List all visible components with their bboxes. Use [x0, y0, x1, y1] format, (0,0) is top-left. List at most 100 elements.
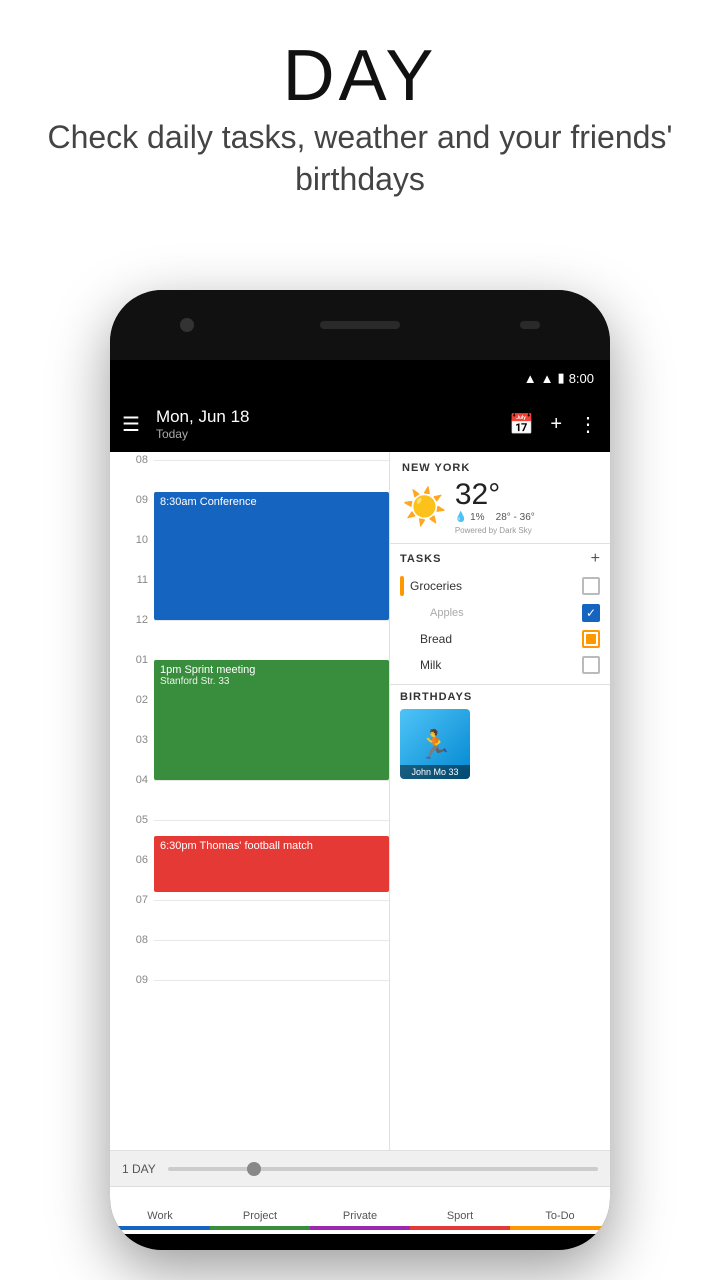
event-sprint-subtitle: Stanford Str. 33 — [160, 676, 383, 687]
tab-private[interactable]: Private — [310, 1187, 410, 1234]
event-sprint-title: 1pm Sprint meeting — [160, 664, 383, 676]
day-slider-label: 1 DAY — [122, 1162, 158, 1176]
nav-home-button[interactable]: ○ — [340, 1240, 380, 1250]
status-bar: ▲ ▲ ▮ 8:00 — [110, 360, 610, 396]
weather-section: NEW YORK ☀️ 32° 💧 1% 28° - 36° Powered b… — [390, 452, 610, 544]
menu-button[interactable]: ☰ — [122, 412, 140, 437]
phone-frame: ▲ ▲ ▮ 8:00 ☰ Mon, Jun 18 Today 📅 + ⋮ 08 — [110, 290, 610, 1250]
add-button[interactable]: + — [550, 413, 562, 436]
task-checkbox-milk[interactable] — [582, 656, 600, 674]
task-checkbox-groceries[interactable] — [582, 577, 600, 595]
task-item-apples[interactable]: Apples ✓ — [390, 600, 610, 626]
right-panel: NEW YORK ☀️ 32° 💧 1% 28° - 36° Powered b… — [390, 452, 610, 1150]
rain-icon: 💧 — [455, 512, 467, 523]
weather-temp: 32° — [455, 478, 535, 512]
event-football[interactable]: 6:30pm Thomas' football match — [154, 836, 389, 892]
time-label-02: 02 — [110, 692, 154, 706]
time-label-07: 07 — [110, 892, 154, 906]
calendar-button[interactable]: 📅 — [509, 412, 534, 437]
time-row-07: 07 — [110, 892, 389, 932]
more-button[interactable]: ⋮ — [578, 412, 598, 437]
time-line-05 — [154, 820, 389, 821]
tasks-add-button[interactable]: + — [591, 550, 600, 568]
task-label-apples: Apples — [420, 607, 576, 619]
time-label-11: 11 — [110, 572, 154, 586]
time-label-06: 06 — [110, 852, 154, 866]
tab-sport[interactable]: Sport — [410, 1187, 510, 1234]
time-line-12 — [154, 620, 389, 621]
day-slider-bar: 1 DAY — [110, 1150, 610, 1186]
bottom-tabs: Work Project Private Sport To-Do — [110, 1186, 610, 1234]
tasks-section: TASKS + Groceries Apples ✓ — [390, 544, 610, 685]
weather-city: NEW YORK — [402, 462, 598, 474]
task-item-groceries[interactable]: Groceries — [390, 572, 610, 600]
rain-pct: 1% — [470, 512, 484, 523]
time-display: 8:00 — [569, 371, 594, 386]
toolbar-title-block: Mon, Jun 18 Today — [156, 407, 509, 441]
tab-todo-indicator — [510, 1226, 610, 1230]
time-label-03: 03 — [110, 732, 154, 746]
task-label-bread: Bread — [420, 632, 576, 646]
event-football-title: 6:30pm Thomas' football match — [160, 840, 383, 852]
tab-private-indicator — [310, 1226, 410, 1230]
task-item-bread[interactable]: Bread — [390, 626, 610, 652]
time-line-08b — [154, 940, 389, 941]
task-item-milk[interactable]: Milk — [390, 652, 610, 678]
app-toolbar: ☰ Mon, Jun 18 Today 📅 + ⋮ — [110, 396, 610, 452]
nav-back-button[interactable]: ◁ — [173, 1240, 213, 1250]
day-slider-thumb[interactable] — [247, 1162, 261, 1176]
time-line-07 — [154, 900, 389, 901]
birthdays-title: BIRTHDAYS — [400, 691, 600, 703]
time-label-01: 01 — [110, 652, 154, 666]
task-color-bar-groceries — [400, 576, 404, 596]
event-conference-time: 8:30am Conference — [160, 496, 383, 508]
temp-range: 28° - 36° — [496, 512, 535, 523]
time-label-08: 08 — [110, 452, 154, 466]
time-line-09b — [154, 980, 389, 981]
event-sprint[interactable]: 1pm Sprint meeting Stanford Str. 33 — [154, 660, 389, 780]
time-line-08 — [154, 460, 389, 461]
phone-sensor — [520, 321, 540, 329]
tab-work[interactable]: Work — [110, 1187, 210, 1234]
birthday-runner-icon: 🏃 — [418, 728, 453, 761]
signal-icon: ▲ — [541, 371, 554, 386]
app-content: 08 09 10 11 12 — [110, 452, 610, 1150]
weather-main-row: ☀️ 32° 💧 1% 28° - 36° Powered by Dark Sk… — [402, 478, 598, 535]
day-slider-track[interactable] — [168, 1167, 598, 1171]
task-label-groceries: Groceries — [410, 579, 576, 593]
event-conference[interactable]: 8:30am Conference — [154, 492, 389, 620]
tab-sport-label: Sport — [447, 1210, 473, 1222]
tab-project[interactable]: Project — [210, 1187, 310, 1234]
weather-range: 💧 1% 28° - 36° — [455, 512, 535, 523]
task-label-milk: Milk — [420, 658, 576, 672]
tab-project-label: Project — [243, 1210, 277, 1222]
toolbar-date: Mon, Jun 18 — [156, 407, 509, 427]
nav-recent-button[interactable]: □ — [507, 1240, 547, 1250]
time-line-04 — [154, 780, 389, 781]
task-checkbox-bread[interactable] — [582, 630, 600, 648]
wifi-icon: ▲ — [524, 371, 537, 386]
tasks-header: TASKS + — [390, 550, 610, 572]
phone-speaker — [320, 321, 400, 329]
time-label-12: 12 — [110, 612, 154, 626]
task-checkbox-apples[interactable]: ✓ — [582, 604, 600, 622]
tab-project-indicator — [210, 1226, 310, 1230]
weather-sun-icon: ☀️ — [402, 486, 447, 528]
birthday-card-john[interactable]: 🏃 John Mo 33 — [400, 709, 470, 779]
page-title: DAY — [0, 35, 720, 117]
time-label-09: 09 — [110, 492, 154, 506]
time-label-09b: 09 — [110, 972, 154, 986]
android-nav: ◁ ○ □ — [110, 1234, 610, 1250]
toolbar-actions: 📅 + ⋮ — [509, 412, 598, 437]
time-label-10: 10 — [110, 532, 154, 546]
tab-sport-indicator — [410, 1226, 510, 1230]
phone-top-bezel — [110, 290, 610, 360]
time-label-04: 04 — [110, 772, 154, 786]
tab-work-label: Work — [147, 1210, 172, 1222]
tab-work-indicator — [110, 1226, 210, 1230]
tab-todo[interactable]: To-Do — [510, 1187, 610, 1234]
page-header: DAY Check daily tasks, weather and your … — [0, 0, 720, 200]
time-row-08b: 08 — [110, 932, 389, 972]
time-row-08: 08 — [110, 452, 389, 492]
status-icons: ▲ ▲ ▮ 8:00 — [524, 370, 594, 386]
